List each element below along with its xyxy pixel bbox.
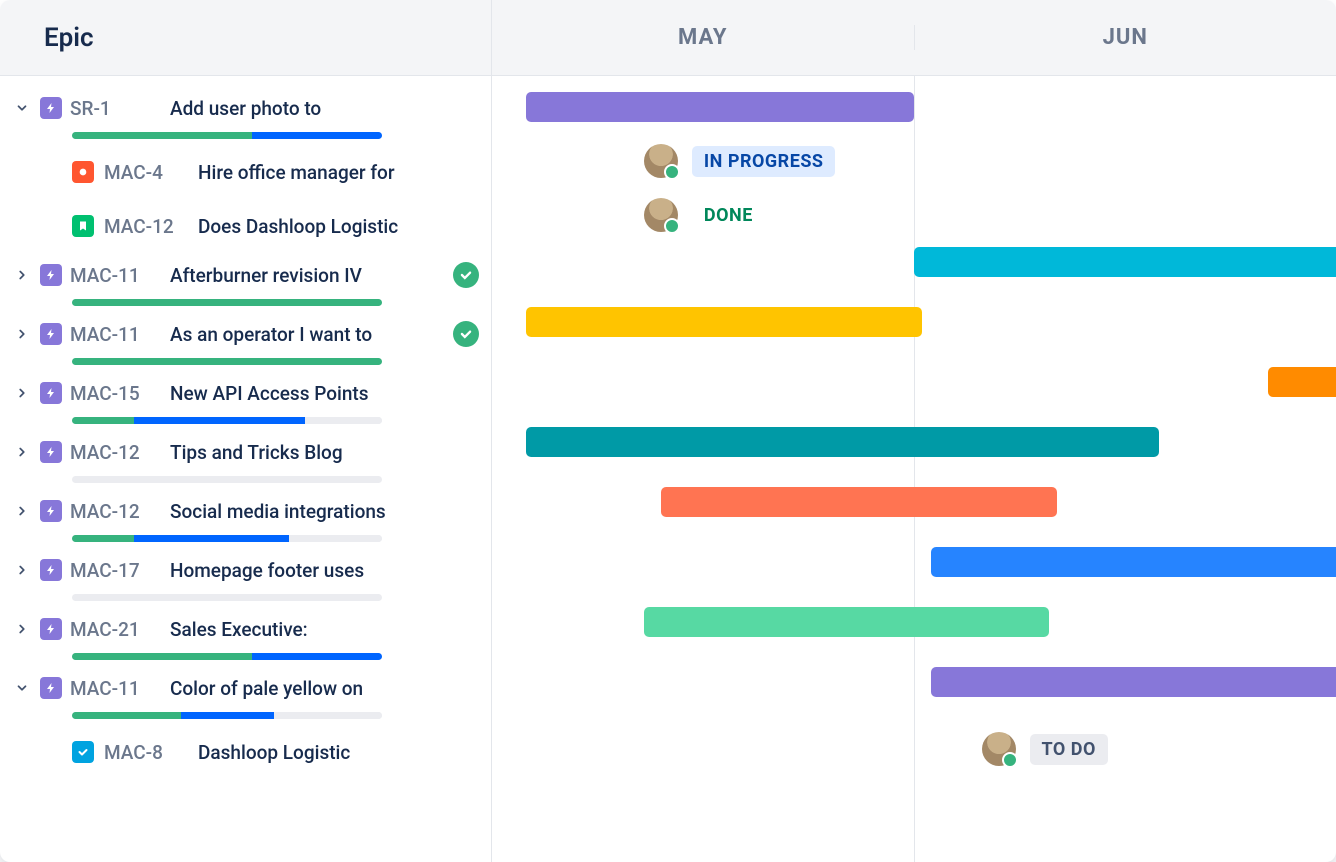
done-check-icon	[453, 262, 479, 288]
chevron-right-icon[interactable]	[12, 265, 32, 285]
progress-bar	[72, 358, 382, 365]
story-icon	[72, 215, 94, 237]
progress-bar	[72, 535, 382, 542]
issue-key[interactable]: MAC-12	[104, 215, 188, 238]
issue-key[interactable]: MAC-17	[70, 559, 162, 582]
timeline-bar[interactable]	[644, 607, 1049, 637]
epic-icon	[40, 500, 62, 522]
issue-summary[interactable]: Afterburner revision IV	[170, 264, 441, 287]
status-badge: TO DO	[1030, 734, 1108, 765]
chevron-down-icon[interactable]	[12, 98, 32, 118]
chevron-right-icon[interactable]	[12, 560, 32, 580]
issue-summary[interactable]: Color of pale yellow on	[170, 677, 479, 700]
timeline-bar[interactable]	[661, 487, 1058, 517]
done-check-icon	[453, 321, 479, 347]
progress-bar	[72, 299, 382, 306]
epic-row[interactable]: MAC-17 Homepage footer uses	[12, 548, 479, 607]
issue-summary[interactable]: As an operator I want to	[170, 323, 441, 346]
chevron-down-icon[interactable]	[12, 678, 32, 698]
progress-bar	[72, 476, 382, 483]
epic-icon	[40, 382, 62, 404]
issue-key[interactable]: MAC-8	[104, 741, 188, 764]
epic-icon	[40, 97, 62, 119]
issue-summary[interactable]: Tips and Tricks Blog	[170, 441, 479, 464]
month-jun: JUN	[914, 25, 1336, 50]
epic-row[interactable]: MAC-12 Tips and Tricks Blog	[12, 430, 479, 489]
epic-row[interactable]: MAC-11 Color of pale yellow on	[12, 666, 479, 725]
epic-column-label: Epic	[44, 23, 94, 53]
issue-summary[interactable]: Hire office manager for	[198, 161, 479, 184]
issue-key[interactable]: MAC-12	[70, 500, 162, 523]
child-row[interactable]: MAC-8 Dashloop Logistic	[12, 725, 479, 779]
issue-key[interactable]: SR-1	[70, 97, 162, 120]
timeline-bar[interactable]	[931, 667, 1336, 697]
chevron-right-icon[interactable]	[12, 442, 32, 462]
avatar[interactable]	[644, 144, 678, 178]
child-status: DONE	[644, 198, 765, 232]
progress-bar	[72, 653, 382, 660]
timeline-area[interactable]: MAY JUN IN PROGRESS DONE	[492, 0, 1336, 862]
child-status: IN PROGRESS	[644, 144, 836, 178]
issue-key[interactable]: MAC-11	[70, 264, 162, 287]
task-icon	[72, 741, 94, 763]
bug-icon	[72, 161, 94, 183]
progress-bar	[72, 417, 382, 424]
progress-bar	[72, 594, 382, 601]
epic-icon	[40, 323, 62, 345]
issue-summary[interactable]: New API Access Points	[170, 382, 479, 405]
status-badge: DONE	[692, 200, 765, 231]
issue-summary[interactable]: Social media integrations	[170, 500, 479, 523]
status-badge: IN PROGRESS	[692, 146, 836, 177]
timeline-bar[interactable]	[526, 92, 914, 122]
issue-summary[interactable]: Does Dashloop Logistic	[198, 215, 479, 238]
child-status: TO DO	[982, 732, 1108, 766]
issue-key[interactable]: MAC-12	[70, 441, 162, 464]
child-row[interactable]: MAC-4 Hire office manager for	[12, 145, 479, 199]
progress-bar	[72, 712, 382, 719]
issue-key[interactable]: MAC-4	[104, 161, 188, 184]
issue-key[interactable]: MAC-11	[70, 677, 162, 700]
issue-summary[interactable]: Dashloop Logistic	[198, 741, 479, 764]
issue-summary[interactable]: Homepage footer uses	[170, 559, 479, 582]
timeline-bar[interactable]	[1268, 367, 1336, 397]
epic-icon	[40, 677, 62, 699]
epic-icon	[40, 441, 62, 463]
avatar[interactable]	[644, 198, 678, 232]
roadmap-view: Epic SR-1 Add user photo to MAC-4 Hire o…	[0, 0, 1336, 862]
chevron-right-icon[interactable]	[12, 501, 32, 521]
timeline-bar[interactable]	[526, 307, 923, 337]
epic-icon	[40, 264, 62, 286]
epic-icon	[40, 618, 62, 640]
epic-row[interactable]: SR-1 Add user photo to	[12, 86, 479, 145]
epic-row[interactable]: MAC-12 Social media integrations	[12, 489, 479, 548]
issue-key[interactable]: MAC-15	[70, 382, 162, 405]
chevron-right-icon[interactable]	[12, 324, 32, 344]
epic-row[interactable]: MAC-11 Afterburner revision IV	[12, 253, 479, 312]
timeline-bar[interactable]	[931, 547, 1336, 577]
epic-icon	[40, 559, 62, 581]
epic-sidebar: Epic SR-1 Add user photo to MAC-4 Hire o…	[0, 0, 492, 862]
timeline-bar[interactable]	[526, 427, 1159, 457]
child-row[interactable]: MAC-12 Does Dashloop Logistic	[12, 199, 479, 253]
chevron-right-icon[interactable]	[12, 383, 32, 403]
epic-row[interactable]: MAC-21 Sales Executive:	[12, 607, 479, 666]
month-may: MAY	[492, 25, 914, 50]
issue-summary[interactable]: Sales Executive:	[170, 618, 479, 641]
timeline-header: MAY JUN	[492, 0, 1336, 76]
issue-key[interactable]: MAC-11	[70, 323, 162, 346]
epic-row[interactable]: MAC-11 As an operator I want to	[12, 312, 479, 371]
epic-row[interactable]: MAC-15 New API Access Points	[12, 371, 479, 430]
timeline-bar[interactable]	[914, 247, 1336, 277]
avatar[interactable]	[982, 732, 1016, 766]
progress-bar	[72, 132, 382, 139]
chevron-right-icon[interactable]	[12, 619, 32, 639]
epic-column-header: Epic	[0, 0, 491, 76]
issue-key[interactable]: MAC-21	[70, 618, 162, 641]
issue-summary[interactable]: Add user photo to	[170, 97, 479, 120]
